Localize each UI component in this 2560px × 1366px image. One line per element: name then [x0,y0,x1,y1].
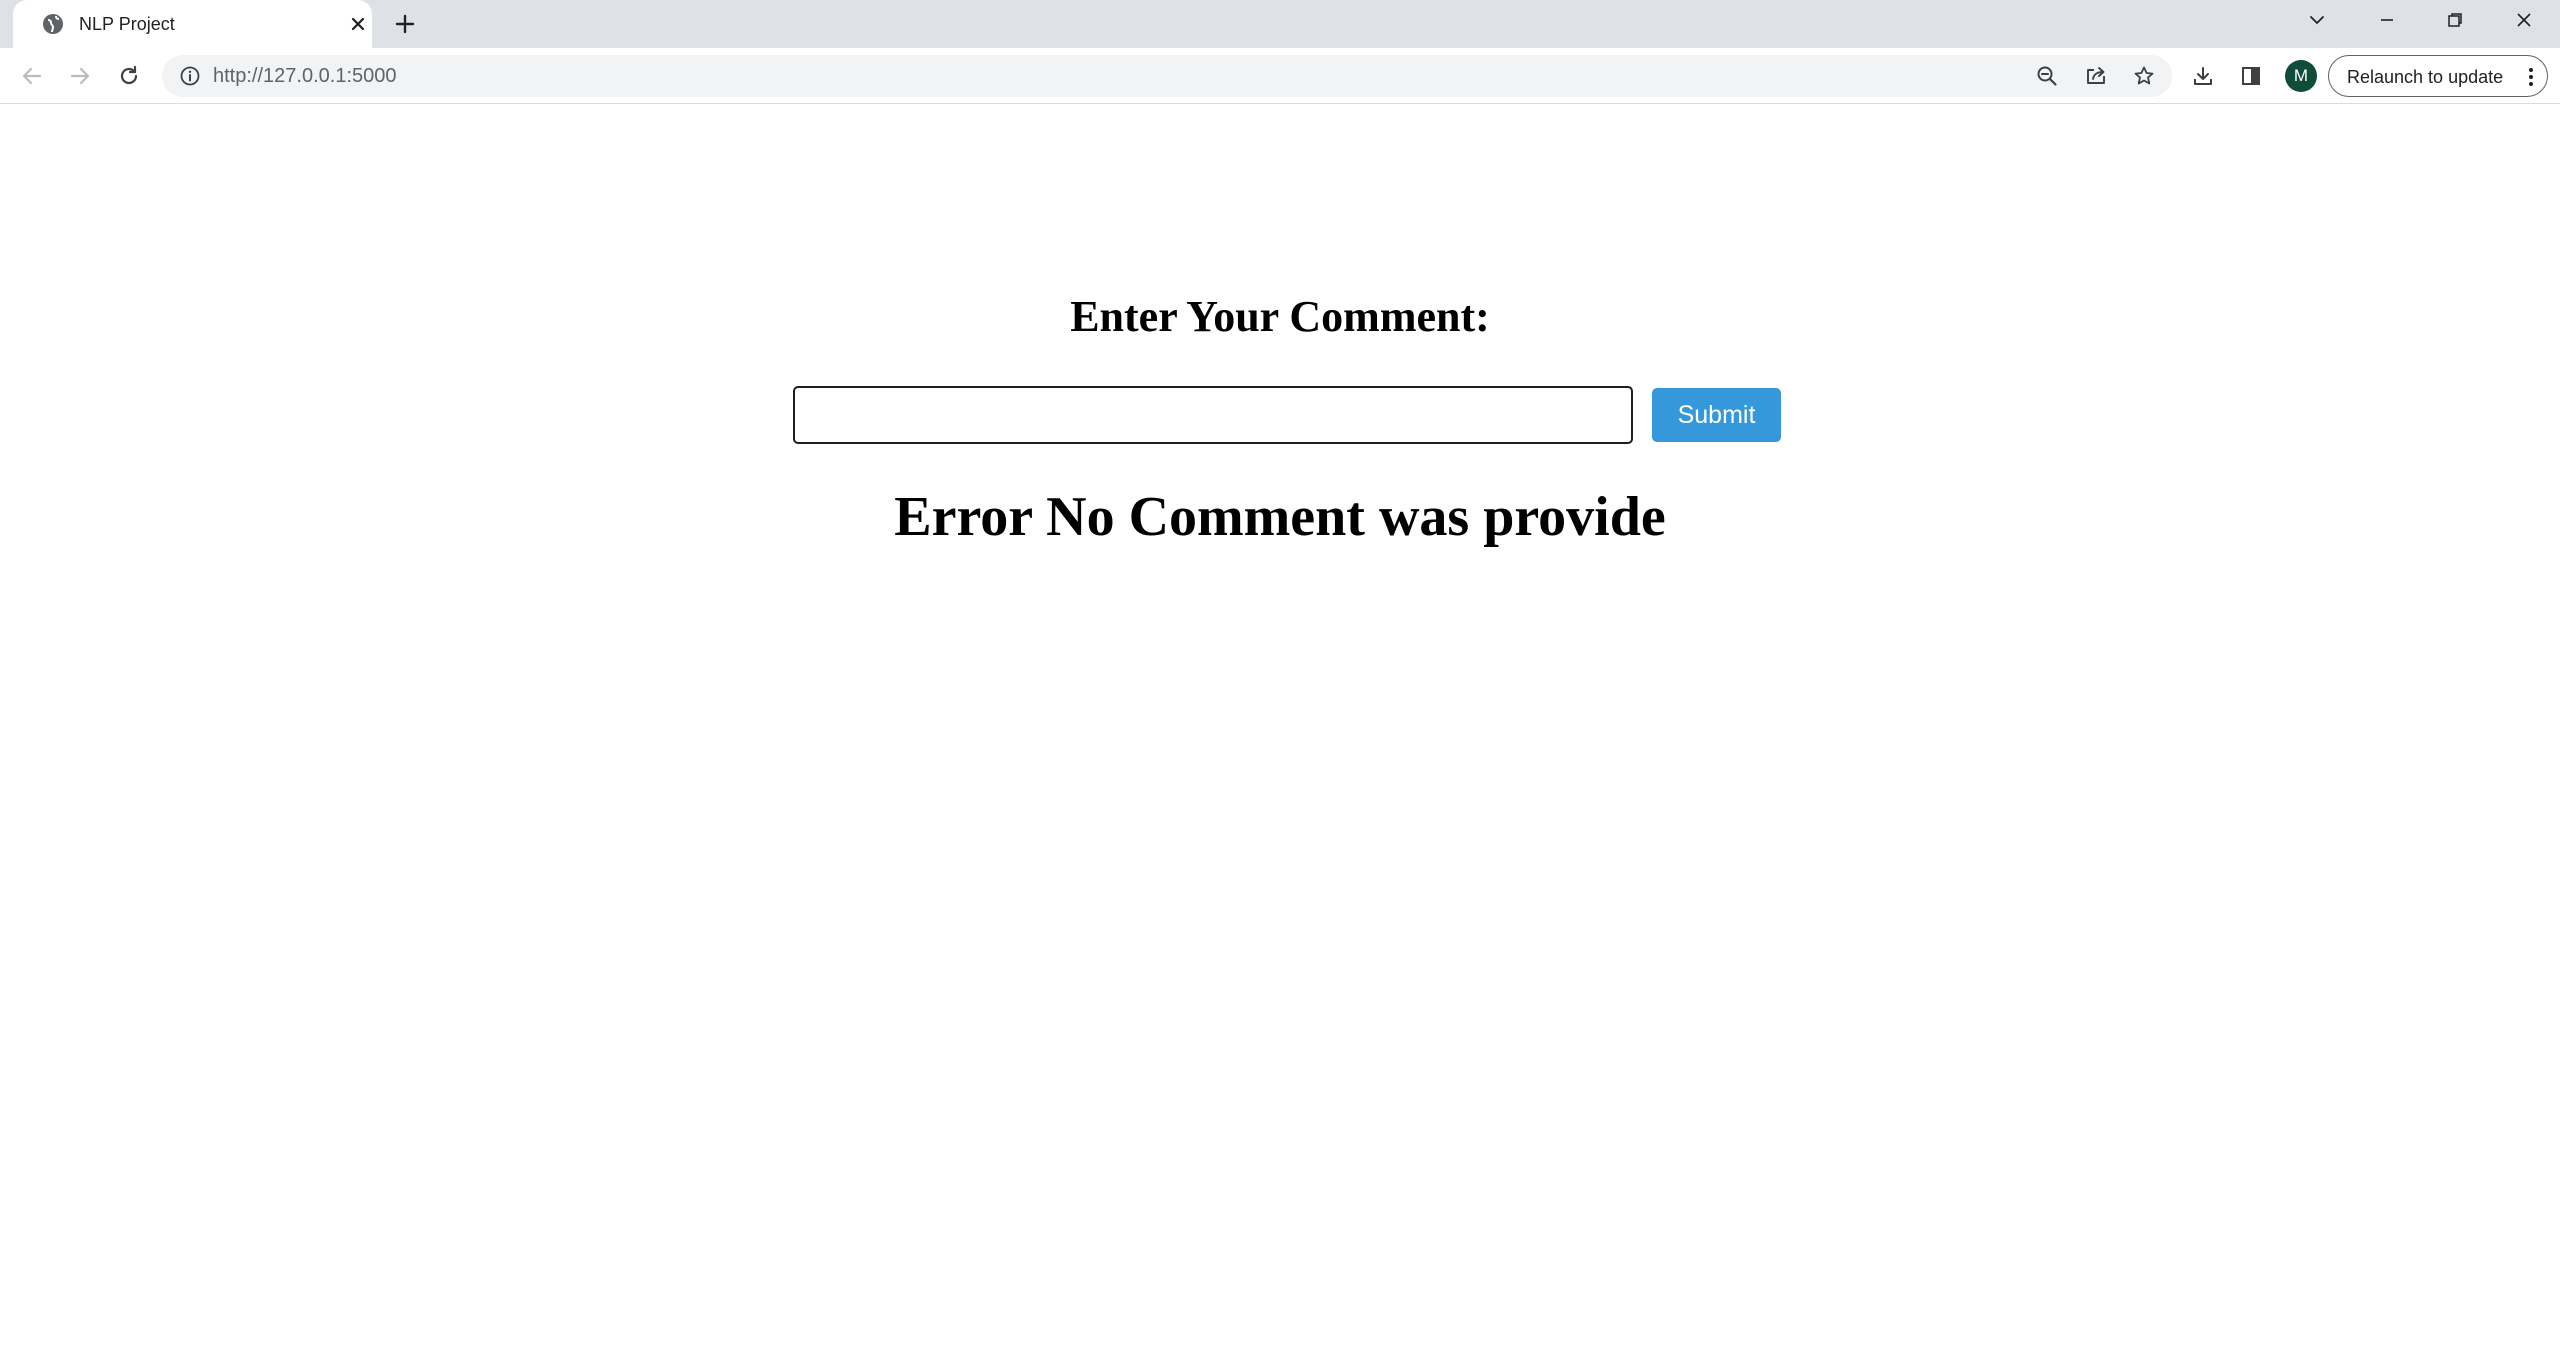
error-message: Error No Comment was provide [894,486,1666,548]
profile-avatar[interactable]: M [2285,60,2317,92]
browser-tab[interactable]: NLP Project [13,0,372,48]
new-tab-plus-icon[interactable] [390,9,420,39]
side-panel-icon[interactable] [2239,64,2263,88]
arrow-left-icon[interactable] [16,60,48,92]
tab-title: NLP Project [79,14,175,34]
info-icon[interactable] [178,64,202,88]
kebab-menu-icon[interactable] [2519,65,2543,89]
share-icon[interactable] [2084,64,2108,88]
browser-toolbar: http://127.0.0.1:5000 M Relaunch to upda… [0,48,2560,104]
restore-icon[interactable] [2421,0,2489,40]
close-tab-icon[interactable] [346,12,370,36]
comment-input[interactable] [793,386,1633,444]
globe-icon [41,12,65,36]
page-content: Enter Your Comment: Submit Error No Comm… [0,105,2560,1366]
relaunch-label: Relaunch to update [2347,67,2504,87]
close-window-icon[interactable] [2490,0,2558,40]
url-port: :5000 [346,65,397,87]
submit-button[interactable]: Submit [1652,388,1781,442]
zoom-out-icon[interactable] [2035,64,2059,88]
tab-strip: NLP Project [0,0,2560,48]
page-heading: Enter Your Comment: [1070,292,1490,341]
url-scheme-host: http://127.0.0.1 [213,65,347,87]
star-icon[interactable] [2132,64,2156,88]
arrow-right-icon[interactable] [64,60,96,92]
reload-icon[interactable] [113,60,145,92]
address-bar[interactable]: http://127.0.0.1:5000 [162,55,2172,97]
relaunch-to-update-button[interactable]: Relaunch to update [2328,55,2548,97]
download-icon[interactable] [2191,64,2215,88]
minimize-icon[interactable] [2353,0,2421,40]
url-text[interactable]: http://127.0.0.1:5000 [213,65,397,87]
tab-search-chevron-icon[interactable] [2283,0,2351,40]
